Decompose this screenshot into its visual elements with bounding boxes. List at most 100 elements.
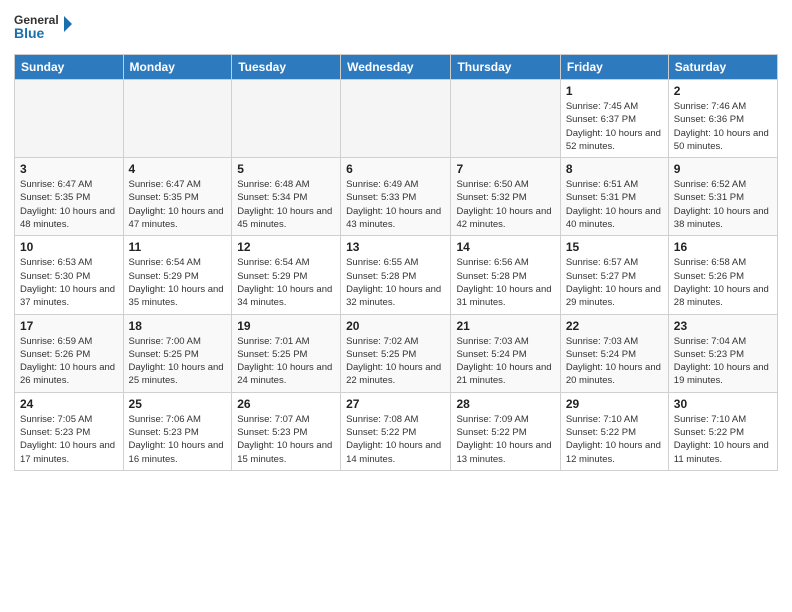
weekday-header-friday: Friday	[560, 55, 668, 80]
day-info: Sunrise: 7:05 AMSunset: 5:23 PMDaylight:…	[20, 413, 118, 466]
day-cell	[341, 80, 451, 158]
day-number: 19	[237, 319, 335, 333]
week-row-3: 10 Sunrise: 6:53 AMSunset: 5:30 PMDaylig…	[15, 236, 778, 314]
day-number: 12	[237, 240, 335, 254]
day-cell: 22 Sunrise: 7:03 AMSunset: 5:24 PMDaylig…	[560, 314, 668, 392]
day-number: 10	[20, 240, 118, 254]
day-cell: 5 Sunrise: 6:48 AMSunset: 5:34 PMDayligh…	[232, 158, 341, 236]
day-number: 29	[566, 397, 663, 411]
day-number: 7	[456, 162, 554, 176]
day-number: 26	[237, 397, 335, 411]
day-info: Sunrise: 6:55 AMSunset: 5:28 PMDaylight:…	[346, 256, 445, 309]
day-info: Sunrise: 7:07 AMSunset: 5:23 PMDaylight:…	[237, 413, 335, 466]
day-cell: 27 Sunrise: 7:08 AMSunset: 5:22 PMDaylig…	[341, 392, 451, 470]
day-info: Sunrise: 7:08 AMSunset: 5:22 PMDaylight:…	[346, 413, 445, 466]
day-cell: 8 Sunrise: 6:51 AMSunset: 5:31 PMDayligh…	[560, 158, 668, 236]
day-number: 5	[237, 162, 335, 176]
day-number: 6	[346, 162, 445, 176]
day-number: 1	[566, 84, 663, 98]
day-info: Sunrise: 6:50 AMSunset: 5:32 PMDaylight:…	[456, 178, 554, 231]
day-number: 18	[129, 319, 227, 333]
weekday-header-tuesday: Tuesday	[232, 55, 341, 80]
day-cell: 12 Sunrise: 6:54 AMSunset: 5:29 PMDaylig…	[232, 236, 341, 314]
day-cell	[451, 80, 560, 158]
day-cell: 19 Sunrise: 7:01 AMSunset: 5:25 PMDaylig…	[232, 314, 341, 392]
day-cell: 23 Sunrise: 7:04 AMSunset: 5:23 PMDaylig…	[668, 314, 777, 392]
calendar-page: General Blue SundayMondayTuesdayWednesda…	[0, 0, 792, 612]
day-info: Sunrise: 7:10 AMSunset: 5:22 PMDaylight:…	[566, 413, 663, 466]
day-info: Sunrise: 6:52 AMSunset: 5:31 PMDaylight:…	[674, 178, 772, 231]
day-number: 23	[674, 319, 772, 333]
day-number: 9	[674, 162, 772, 176]
weekday-header-row: SundayMondayTuesdayWednesdayThursdayFrid…	[15, 55, 778, 80]
day-number: 16	[674, 240, 772, 254]
day-cell: 13 Sunrise: 6:55 AMSunset: 5:28 PMDaylig…	[341, 236, 451, 314]
day-info: Sunrise: 7:01 AMSunset: 5:25 PMDaylight:…	[237, 335, 335, 388]
day-info: Sunrise: 6:48 AMSunset: 5:34 PMDaylight:…	[237, 178, 335, 231]
day-number: 28	[456, 397, 554, 411]
day-info: Sunrise: 6:56 AMSunset: 5:28 PMDaylight:…	[456, 256, 554, 309]
header: General Blue	[14, 10, 778, 46]
day-info: Sunrise: 6:57 AMSunset: 5:27 PMDaylight:…	[566, 256, 663, 309]
day-info: Sunrise: 6:54 AMSunset: 5:29 PMDaylight:…	[237, 256, 335, 309]
day-number: 27	[346, 397, 445, 411]
day-cell: 11 Sunrise: 6:54 AMSunset: 5:29 PMDaylig…	[123, 236, 232, 314]
day-cell: 3 Sunrise: 6:47 AMSunset: 5:35 PMDayligh…	[15, 158, 124, 236]
day-cell: 15 Sunrise: 6:57 AMSunset: 5:27 PMDaylig…	[560, 236, 668, 314]
weekday-header-sunday: Sunday	[15, 55, 124, 80]
weekday-header-thursday: Thursday	[451, 55, 560, 80]
day-cell: 30 Sunrise: 7:10 AMSunset: 5:22 PMDaylig…	[668, 392, 777, 470]
day-info: Sunrise: 6:49 AMSunset: 5:33 PMDaylight:…	[346, 178, 445, 231]
weekday-header-monday: Monday	[123, 55, 232, 80]
day-cell: 2 Sunrise: 7:46 AMSunset: 6:36 PMDayligh…	[668, 80, 777, 158]
day-cell: 10 Sunrise: 6:53 AMSunset: 5:30 PMDaylig…	[15, 236, 124, 314]
calendar-table: SundayMondayTuesdayWednesdayThursdayFrid…	[14, 54, 778, 471]
day-info: Sunrise: 6:51 AMSunset: 5:31 PMDaylight:…	[566, 178, 663, 231]
week-row-5: 24 Sunrise: 7:05 AMSunset: 5:23 PMDaylig…	[15, 392, 778, 470]
day-number: 2	[674, 84, 772, 98]
day-number: 11	[129, 240, 227, 254]
day-info: Sunrise: 6:53 AMSunset: 5:30 PMDaylight:…	[20, 256, 118, 309]
week-row-1: 1 Sunrise: 7:45 AMSunset: 6:37 PMDayligh…	[15, 80, 778, 158]
day-info: Sunrise: 7:46 AMSunset: 6:36 PMDaylight:…	[674, 100, 772, 153]
day-number: 21	[456, 319, 554, 333]
day-info: Sunrise: 7:02 AMSunset: 5:25 PMDaylight:…	[346, 335, 445, 388]
day-cell: 4 Sunrise: 6:47 AMSunset: 5:35 PMDayligh…	[123, 158, 232, 236]
day-number: 22	[566, 319, 663, 333]
day-cell: 7 Sunrise: 6:50 AMSunset: 5:32 PMDayligh…	[451, 158, 560, 236]
day-cell: 1 Sunrise: 7:45 AMSunset: 6:37 PMDayligh…	[560, 80, 668, 158]
day-info: Sunrise: 6:58 AMSunset: 5:26 PMDaylight:…	[674, 256, 772, 309]
day-number: 20	[346, 319, 445, 333]
day-cell: 20 Sunrise: 7:02 AMSunset: 5:25 PMDaylig…	[341, 314, 451, 392]
day-cell	[232, 80, 341, 158]
svg-text:Blue: Blue	[14, 25, 45, 41]
week-row-2: 3 Sunrise: 6:47 AMSunset: 5:35 PMDayligh…	[15, 158, 778, 236]
day-info: Sunrise: 6:59 AMSunset: 5:26 PMDaylight:…	[20, 335, 118, 388]
day-cell	[123, 80, 232, 158]
day-cell: 17 Sunrise: 6:59 AMSunset: 5:26 PMDaylig…	[15, 314, 124, 392]
day-cell: 24 Sunrise: 7:05 AMSunset: 5:23 PMDaylig…	[15, 392, 124, 470]
day-info: Sunrise: 6:47 AMSunset: 5:35 PMDaylight:…	[20, 178, 118, 231]
day-info: Sunrise: 7:03 AMSunset: 5:24 PMDaylight:…	[456, 335, 554, 388]
day-number: 15	[566, 240, 663, 254]
day-cell: 25 Sunrise: 7:06 AMSunset: 5:23 PMDaylig…	[123, 392, 232, 470]
day-number: 8	[566, 162, 663, 176]
day-cell: 18 Sunrise: 7:00 AMSunset: 5:25 PMDaylig…	[123, 314, 232, 392]
day-number: 3	[20, 162, 118, 176]
day-cell: 16 Sunrise: 6:58 AMSunset: 5:26 PMDaylig…	[668, 236, 777, 314]
day-number: 14	[456, 240, 554, 254]
day-info: Sunrise: 7:04 AMSunset: 5:23 PMDaylight:…	[674, 335, 772, 388]
logo: General Blue	[14, 10, 74, 46]
logo-svg: General Blue	[14, 10, 74, 46]
weekday-header-saturday: Saturday	[668, 55, 777, 80]
day-cell: 6 Sunrise: 6:49 AMSunset: 5:33 PMDayligh…	[341, 158, 451, 236]
day-cell: 21 Sunrise: 7:03 AMSunset: 5:24 PMDaylig…	[451, 314, 560, 392]
day-number: 13	[346, 240, 445, 254]
day-number: 4	[129, 162, 227, 176]
day-cell: 9 Sunrise: 6:52 AMSunset: 5:31 PMDayligh…	[668, 158, 777, 236]
day-cell: 28 Sunrise: 7:09 AMSunset: 5:22 PMDaylig…	[451, 392, 560, 470]
day-number: 25	[129, 397, 227, 411]
day-number: 30	[674, 397, 772, 411]
day-info: Sunrise: 7:00 AMSunset: 5:25 PMDaylight:…	[129, 335, 227, 388]
day-cell: 29 Sunrise: 7:10 AMSunset: 5:22 PMDaylig…	[560, 392, 668, 470]
